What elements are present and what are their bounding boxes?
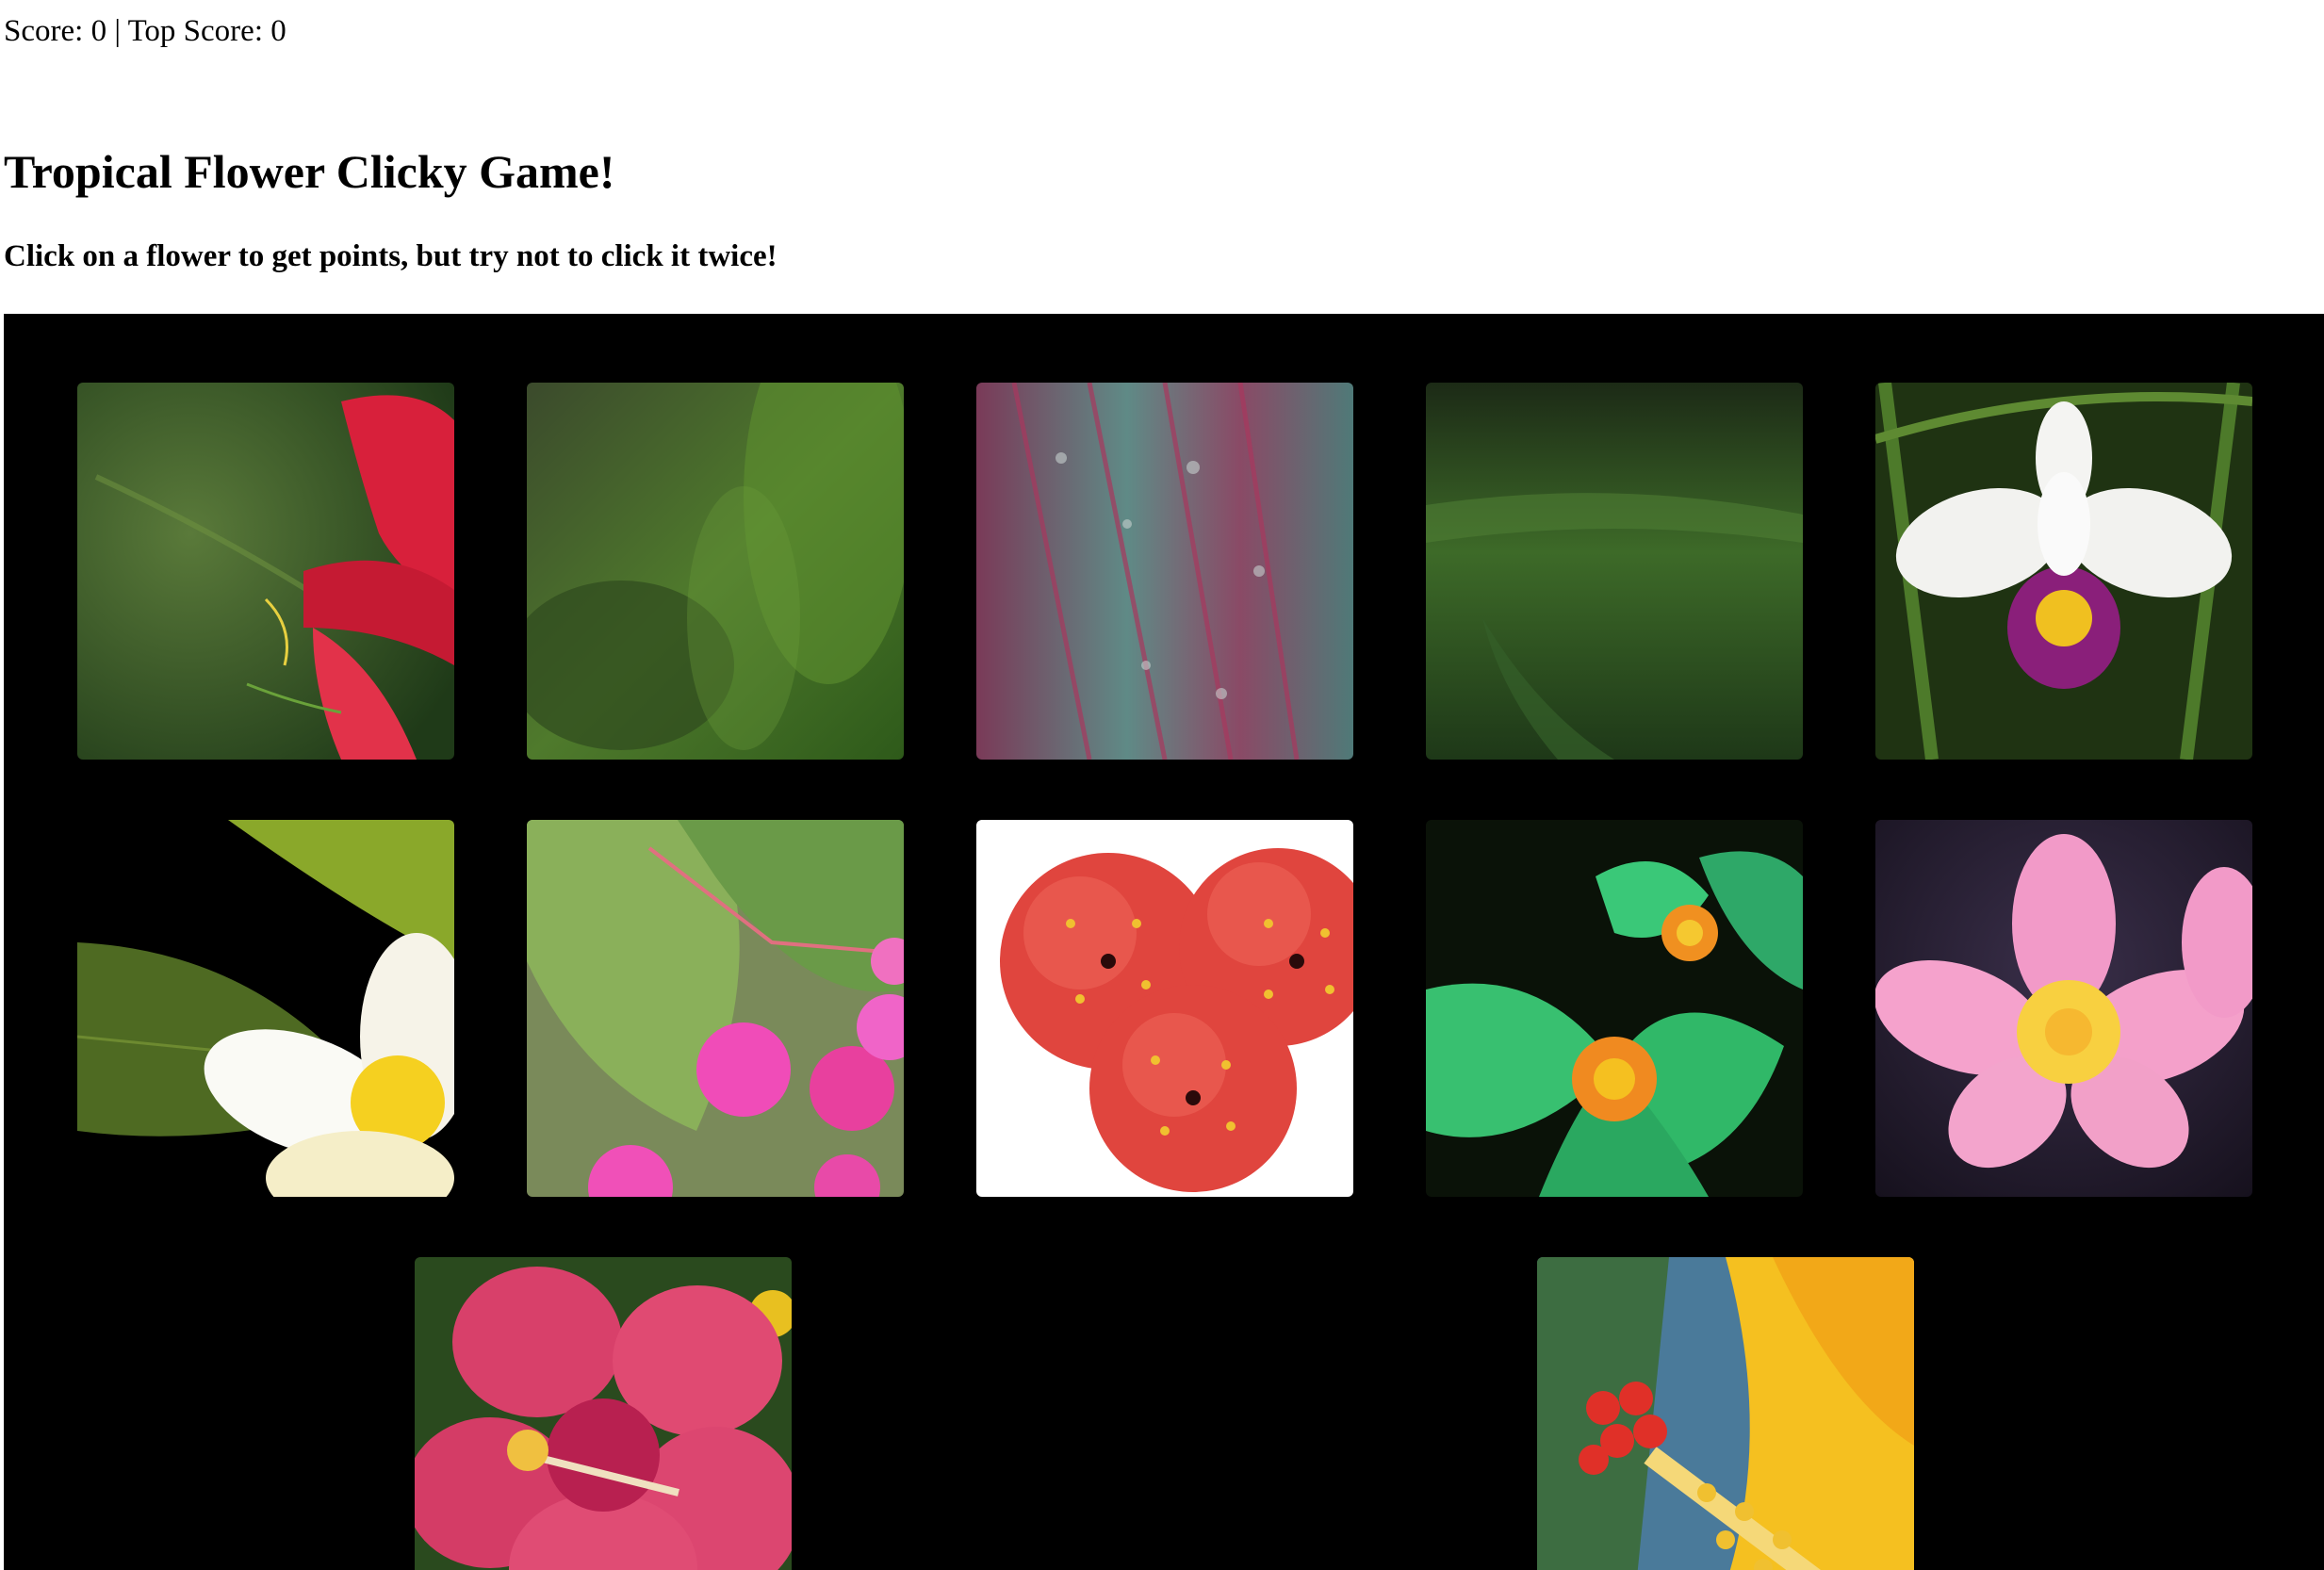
green-orange-flower-card[interactable] [1426, 820, 1803, 1197]
white-plumeria-image [77, 820, 454, 1197]
game-board [4, 314, 2324, 1570]
score-label: Score: [4, 14, 84, 48]
green-foliage-card[interactable] [1426, 383, 1803, 760]
red-hibiscus-illustration-image [976, 820, 1353, 1197]
pink-begonia-image [527, 820, 904, 1197]
white-orchid-card[interactable] [1875, 383, 2252, 760]
red-hibiscus-illustration-card[interactable] [976, 820, 1353, 1197]
yellow-hibiscus-image [1537, 1257, 1914, 1570]
pink-begonia-card[interactable] [527, 820, 904, 1197]
top-score-value: 0 [270, 14, 286, 48]
score-value: 0 [90, 14, 107, 48]
yellow-hibiscus-card[interactable] [1537, 1257, 1914, 1570]
game-instructions: Click on a flower to get points, but try… [4, 239, 777, 273]
green-orange-flower-image [1426, 820, 1803, 1197]
pink-hibiscus-card[interactable] [415, 1257, 792, 1570]
pink-plumeria-card[interactable] [1875, 820, 2252, 1197]
score-bar: Score: 0 | Top Score: 0 [4, 13, 286, 51]
ti-leaf-image [976, 383, 1353, 760]
red-lily-flower-image [77, 383, 454, 760]
pink-hibiscus-image [415, 1257, 792, 1570]
score-separator: | [114, 14, 121, 48]
red-lily-flower-card[interactable] [77, 383, 454, 760]
white-orchid-image [1875, 383, 2252, 760]
green-leaves-card[interactable] [527, 383, 904, 760]
green-foliage-image [1426, 383, 1803, 760]
white-plumeria-card[interactable] [77, 820, 454, 1197]
green-leaves-image [527, 383, 904, 760]
top-score-label: Top Score: [127, 14, 263, 48]
page-title: Tropical Flower Clicky Game! [4, 145, 615, 198]
ti-leaf-card[interactable] [976, 383, 1353, 760]
pink-plumeria-image [1875, 820, 2252, 1197]
